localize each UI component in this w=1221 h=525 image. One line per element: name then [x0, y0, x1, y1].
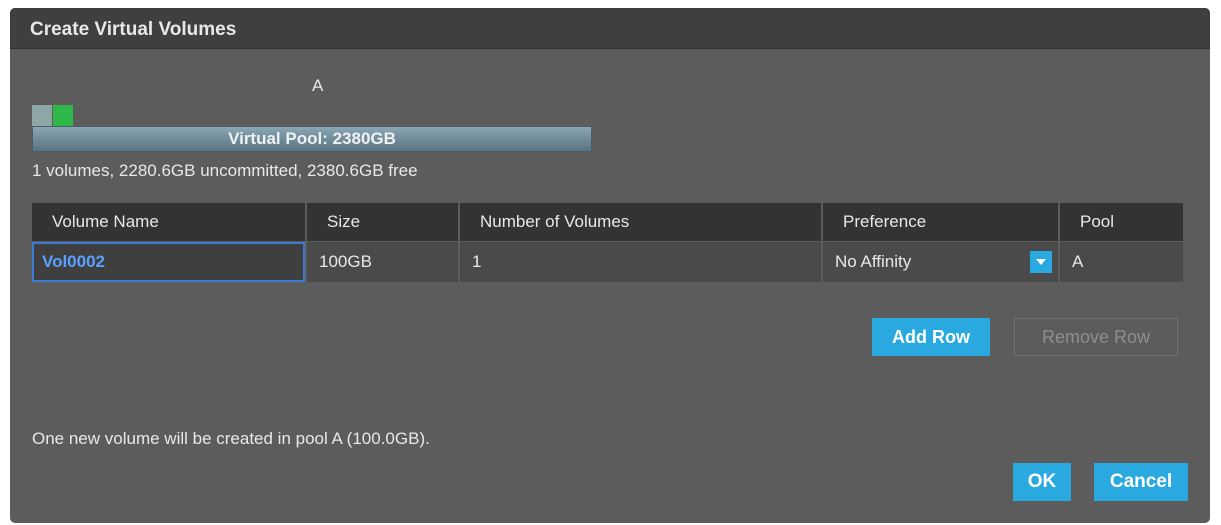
pool-segment-existing	[32, 105, 52, 127]
column-header-size[interactable]: Size	[306, 203, 460, 242]
dialog-titlebar: Create Virtual Volumes	[10, 8, 1210, 49]
summary-text: One new volume will be created in pool A…	[32, 429, 430, 448]
pool-cell: A	[1059, 241, 1183, 282]
ok-button[interactable]: OK	[1013, 463, 1071, 501]
volume-name-cell	[32, 241, 307, 282]
preference-value: No Affinity	[835, 252, 912, 271]
add-row-button[interactable]: Add Row	[872, 318, 990, 356]
chevron-down-icon[interactable]	[1030, 251, 1052, 273]
pool-info-text: 1 volumes, 2280.6GB uncommitted, 2380.6G…	[32, 161, 418, 180]
column-header-pool[interactable]: Pool	[1059, 203, 1183, 242]
number-of-volumes-cell[interactable]: 1	[459, 241, 823, 282]
preference-select[interactable]: No Affinity	[822, 241, 1060, 282]
column-header-number-of-volumes[interactable]: Number of Volumes	[459, 203, 823, 242]
volume-name-input[interactable]	[32, 242, 305, 282]
virtual-pool-bar: Virtual Pool: 2380GB	[32, 126, 592, 152]
column-header-preference[interactable]: Preference	[822, 203, 1060, 242]
column-header-volume-name[interactable]: Volume Name	[32, 203, 307, 242]
cancel-button[interactable]: Cancel	[1094, 463, 1188, 501]
dialog-title: Create Virtual Volumes	[30, 19, 237, 40]
create-virtual-volumes-dialog: Create Virtual Volumes A Virtual Pool: 2…	[10, 8, 1210, 523]
volumes-table: Volume Name Size Number of Volumes Prefe…	[32, 203, 1183, 282]
table-header-row: Volume Name Size Number of Volumes Prefe…	[32, 203, 1183, 242]
remove-row-button[interactable]: Remove Row	[1014, 318, 1178, 356]
table-row: 100GB 1 No Affinity A	[32, 241, 1183, 282]
pool-name-label: A	[312, 76, 324, 95]
size-cell[interactable]: 100GB	[306, 241, 460, 282]
pool-segment-new	[53, 105, 73, 127]
